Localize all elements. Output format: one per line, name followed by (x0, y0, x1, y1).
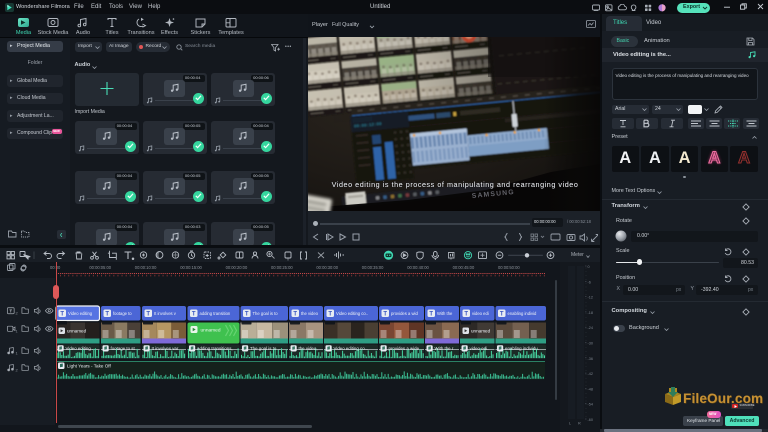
svg-text:-36: -36 (588, 357, 594, 361)
svg-text:L: L (569, 422, 571, 426)
svg-text:-6: -6 (588, 280, 591, 284)
svg-text:R: R (578, 422, 581, 426)
svg-text:-60: -60 (588, 418, 594, 422)
svg-text:-48: -48 (588, 387, 594, 391)
svg-text:-18: -18 (588, 311, 594, 315)
svg-text:-24: -24 (588, 326, 594, 330)
svg-text:-54: -54 (588, 403, 594, 407)
svg-text:-30: -30 (588, 342, 594, 346)
svg-text:0: 0 (588, 265, 590, 269)
svg-text:-42: -42 (588, 372, 594, 376)
svg-text:-12: -12 (588, 296, 594, 300)
